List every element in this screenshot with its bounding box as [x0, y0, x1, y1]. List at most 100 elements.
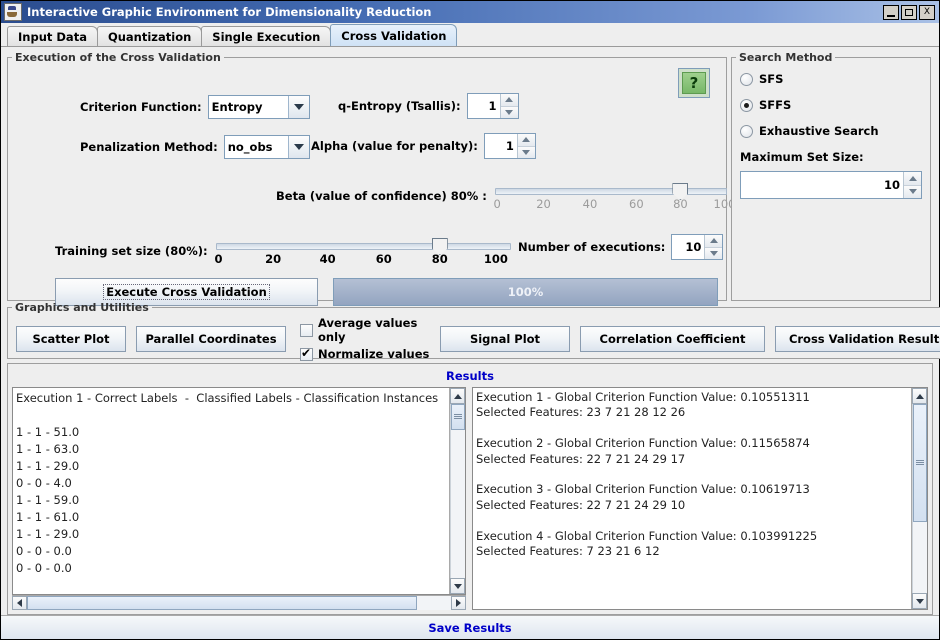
- save-results-bar[interactable]: Save Results: [1, 615, 939, 639]
- chevron-down-icon: [294, 144, 304, 150]
- triangle-down-icon: [453, 583, 462, 589]
- minimize-button[interactable]: [883, 4, 899, 20]
- max-set-size-decrement-button[interactable]: [904, 185, 921, 198]
- minimize-icon: [887, 14, 895, 17]
- beta-slider[interactable]: 0 20 40 60 80 100: [493, 179, 735, 211]
- left-vscroll-track[interactable]: [450, 404, 465, 578]
- execution-group-legend: Execution of the Cross Validation: [15, 51, 221, 64]
- help-button[interactable]: ?: [678, 68, 710, 98]
- executions-increment-button[interactable]: [705, 235, 723, 248]
- training-slider-track[interactable]: [215, 243, 511, 250]
- left-scroll-left-button[interactable]: [12, 596, 27, 610]
- number-of-executions-spinner[interactable]: 10: [671, 234, 724, 260]
- checkbox-label-average-values-only: Average values only: [318, 316, 418, 344]
- triangle-down-icon: [505, 109, 514, 115]
- scatter-plot-label: Scatter Plot: [32, 331, 110, 346]
- triangle-up-icon: [505, 97, 514, 103]
- question-mark-icon: ?: [682, 72, 706, 94]
- parallel-coordinates-button[interactable]: Parallel Coordinates: [136, 325, 286, 352]
- right-vscroll-track[interactable]: [912, 404, 927, 593]
- checkbox-icon-average-values-only[interactable]: [300, 323, 313, 337]
- triangle-up-icon: [522, 137, 531, 143]
- graphics-utilities-group: Graphics and Utilities Scatter Plot Para…: [7, 301, 940, 361]
- right-results-vertical-scrollbar[interactable]: [911, 388, 927, 609]
- q-entropy-increment-button[interactable]: [500, 94, 518, 107]
- grip-icon: [454, 414, 462, 420]
- chevron-down-icon: [294, 104, 304, 110]
- max-set-size-increment-button[interactable]: [904, 172, 921, 186]
- cross-validation-results-button[interactable]: Cross Validation Results: [775, 325, 940, 352]
- penalization-method-label: Penalization Method:: [80, 140, 218, 154]
- execution-group: Execution of the Cross Validation ? Crit…: [7, 51, 735, 306]
- radio-icon-exhaustive-search[interactable]: [740, 124, 753, 138]
- left-scroll-up-button[interactable]: [450, 388, 465, 404]
- q-entropy-spinner[interactable]: 1: [466, 93, 519, 119]
- left-results-vertical-scrollbar[interactable]: [449, 388, 465, 594]
- tab-input-data[interactable]: Input Data: [7, 26, 98, 46]
- training-tick-40: 40: [319, 252, 336, 266]
- top-row: Execution of the Cross Validation ? Crit…: [7, 51, 933, 306]
- training-tick-60: 60: [375, 252, 392, 266]
- penalization-method-dropdown-button[interactable]: [288, 136, 309, 158]
- beta-slider-ticks: 0 20 40 60 80 100: [493, 197, 735, 211]
- correlation-coefficient-button[interactable]: Correlation Coefficient: [580, 325, 765, 352]
- q-entropy-spinner-arrows[interactable]: [499, 94, 518, 118]
- tab-quantization[interactable]: Quantization: [96, 26, 203, 46]
- checkbox-label-normalize-values: Normalize values: [318, 347, 430, 361]
- tab-cross-validation[interactable]: Cross Validation: [330, 24, 458, 46]
- penalization-method-combo[interactable]: no_obs: [223, 135, 310, 159]
- left-scroll-down-button[interactable]: [450, 578, 465, 594]
- training-set-size-slider[interactable]: 0 20 40 60 80 100: [215, 234, 511, 266]
- criterion-function-combo[interactable]: Entropy: [207, 95, 310, 119]
- training-tick-100: 100: [483, 252, 508, 266]
- alpha-spinner-arrows[interactable]: [516, 134, 535, 158]
- alpha-label: Alpha (value for penalty):: [311, 139, 478, 153]
- beta-tick-80: 80: [673, 197, 688, 211]
- right-scroll-down-button[interactable]: [912, 593, 927, 609]
- close-button[interactable]: X: [919, 4, 935, 20]
- radio-option-sffs[interactable]: SFFS: [740, 98, 930, 112]
- right-results-text[interactable]: Execution 1 - Global Criterion Function …: [473, 388, 911, 609]
- radio-icon-sffs[interactable]: [740, 98, 753, 112]
- training-slider-ticks: 0 20 40 60 80 100: [215, 252, 511, 266]
- left-results-horizontal-scrollbar[interactable]: [12, 595, 466, 610]
- radio-option-exhaustive-search[interactable]: Exhaustive Search: [740, 124, 930, 138]
- checkbox-average-values-only[interactable]: Average values only: [300, 316, 430, 344]
- q-entropy-decrement-button[interactable]: [500, 106, 518, 118]
- parallel-coordinates-label: Parallel Coordinates: [145, 331, 277, 346]
- right-vscroll-thumb[interactable]: [913, 404, 927, 522]
- beta-slider-track[interactable]: [494, 188, 727, 195]
- signal-plot-button[interactable]: Signal Plot: [440, 325, 570, 352]
- triangle-down-icon: [522, 149, 531, 155]
- triangle-left-icon: [17, 599, 22, 607]
- left-scroll-right-button[interactable]: [451, 596, 466, 610]
- left-vscroll-thumb[interactable]: [451, 404, 465, 430]
- left-hscroll-thumb[interactable]: [27, 596, 418, 610]
- criterion-function-dropdown-button[interactable]: [288, 96, 309, 118]
- tab-single-execution[interactable]: Single Execution: [201, 26, 332, 46]
- left-hscroll-track[interactable]: [27, 596, 451, 610]
- tab-bar: Input Data Quantization Single Execution…: [1, 23, 939, 47]
- right-scroll-up-button[interactable]: [912, 388, 927, 404]
- q-entropy-label: q-Entropy (Tsallis):: [338, 99, 461, 113]
- maximum-set-size-spinner[interactable]: 10: [740, 171, 922, 199]
- alpha-spinner[interactable]: 1: [483, 133, 536, 159]
- results-title: Results: [446, 369, 494, 383]
- checkbox-normalize-values[interactable]: Normalize values: [300, 346, 430, 361]
- right-results-scrollpane: Execution 1 - Global Criterion Function …: [472, 387, 928, 610]
- alpha-increment-button[interactable]: [517, 134, 535, 147]
- radio-icon-sfs[interactable]: [740, 72, 753, 86]
- executions-decrement-button[interactable]: [705, 247, 723, 259]
- alpha-decrement-button[interactable]: [517, 146, 535, 158]
- maximize-button[interactable]: [901, 4, 917, 20]
- criterion-function-label: Criterion Function:: [80, 100, 202, 114]
- triangle-up-icon: [915, 393, 924, 399]
- checkbox-icon-normalize-values[interactable]: [300, 346, 313, 361]
- executions-spinner-arrows[interactable]: [704, 235, 723, 259]
- max-set-size-spinner-arrows[interactable]: [903, 172, 921, 198]
- left-results-text[interactable]: Execution 1 - Correct Labels - Classifie…: [13, 388, 449, 594]
- radio-option-sfs[interactable]: SFS: [740, 72, 930, 86]
- scatter-plot-button[interactable]: Scatter Plot: [16, 325, 126, 352]
- results-panel: Results Execution 1 - Correct Labels - C…: [7, 363, 933, 615]
- triangle-up-icon: [709, 238, 718, 244]
